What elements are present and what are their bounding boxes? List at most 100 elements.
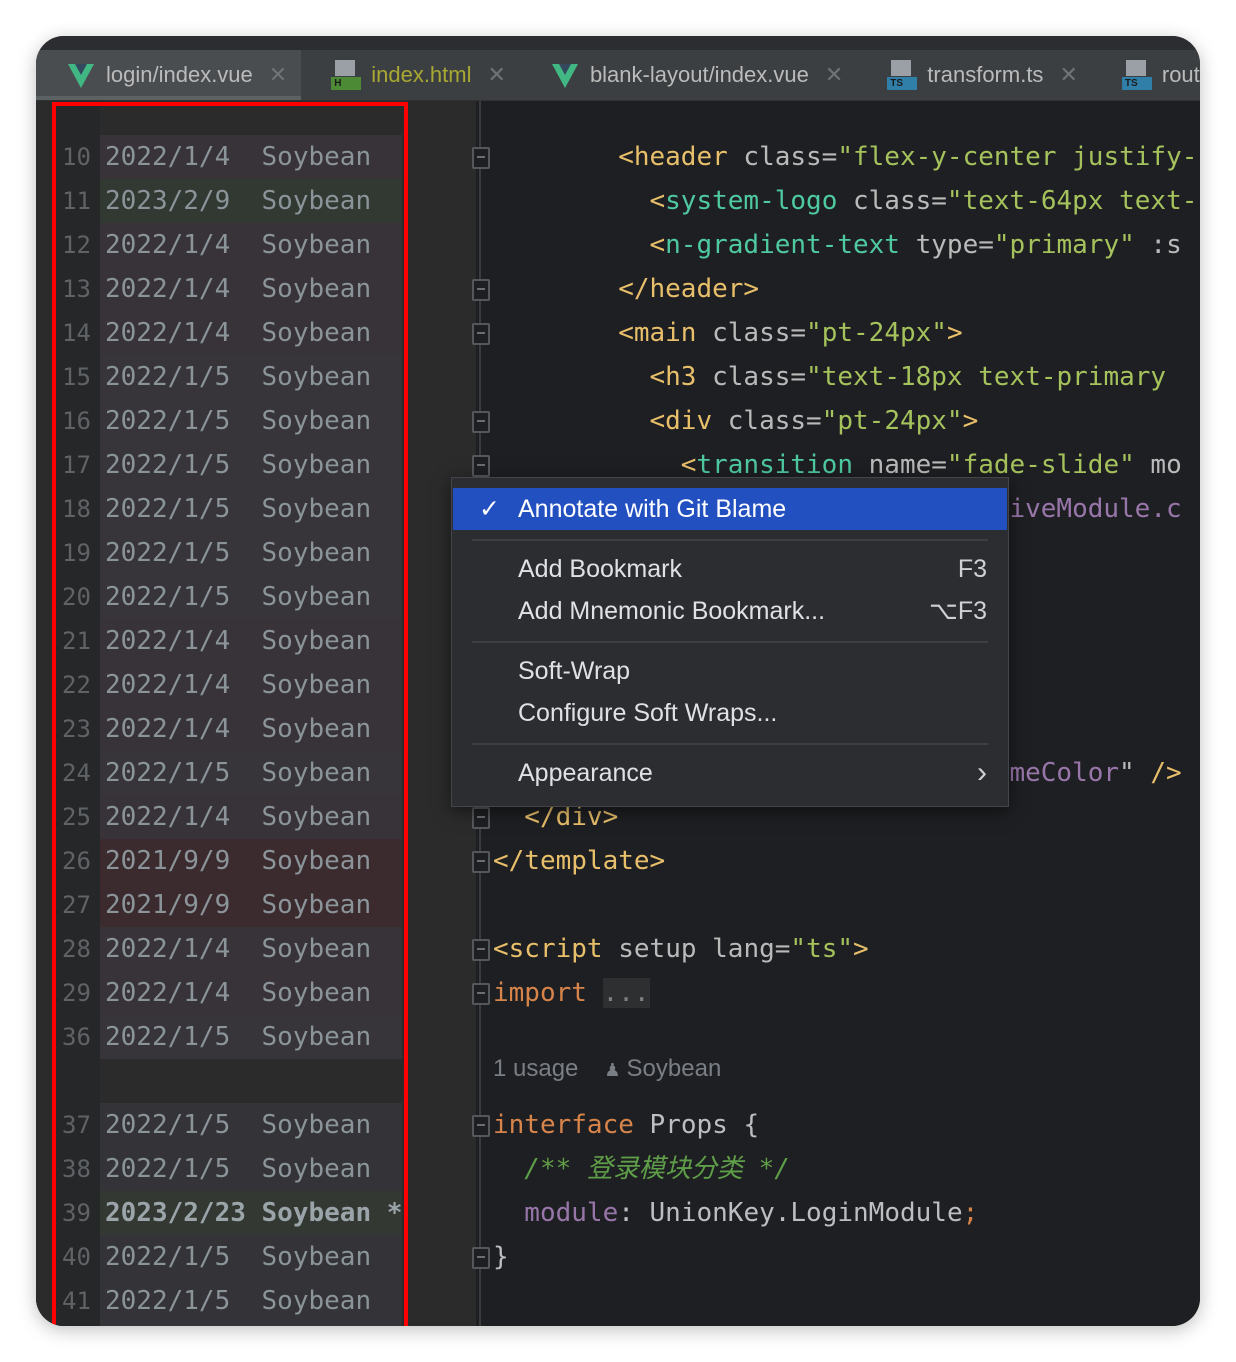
code-line[interactable]: /** 登录模块分类 */	[524, 1147, 790, 1191]
menu-item-label: Appearance	[518, 759, 653, 787]
code-line[interactable]: <h3 class="text-18px text-primary	[650, 355, 1182, 399]
tab-index-html[interactable]: Hindex.html ✕	[301, 50, 520, 100]
ide-window: login/index.vue ✕ Hindex.html ✕ blank-layout…	[36, 36, 1200, 1326]
fold-marker-icon[interactable]	[472, 851, 490, 873]
code-line[interactable]: <header class="flex-y-center justify-	[618, 135, 1197, 179]
menu-item-soft-wrap[interactable]: Soft-Wrap	[453, 650, 1007, 692]
fold-marker-icon[interactable]	[472, 455, 490, 477]
code-token: "flex-y-center justify-	[837, 142, 1198, 172]
code-token: "primary"	[993, 230, 1135, 260]
fold-marker-icon[interactable]	[472, 411, 490, 433]
menu-item-label: Add Mnemonic Bookmark...	[518, 597, 826, 625]
tab-label: transform.ts	[927, 62, 1044, 87]
menu-item-add-mnemonic-bookmark[interactable]: Add Mnemonic Bookmark... ⌥F3	[453, 590, 1007, 632]
code-token: />	[1134, 758, 1182, 788]
gutter-context-menu: ✓ Annotate with Git Blame Add Bookmark F…	[451, 477, 1009, 807]
code-token: <h3	[649, 362, 697, 392]
code-token: interface	[493, 1110, 634, 1140]
code-token: setup lang=	[602, 934, 791, 964]
code-token: class=	[696, 362, 807, 392]
fold-marker-icon[interactable]	[472, 1115, 490, 1137]
code-line[interactable]: <main class="pt-24px">	[618, 311, 962, 355]
code-token: "ts"	[790, 934, 854, 964]
close-tab-icon[interactable]: ✕	[269, 62, 287, 88]
tab-transform-ts[interactable]: TS transform.ts ✕	[857, 50, 1092, 100]
code-token: <header	[618, 142, 728, 172]
fold-marker-icon[interactable]	[472, 147, 490, 169]
code-token: import	[493, 978, 587, 1008]
code-vision-inlay[interactable]: 1 usage ♟ Soybean	[493, 1047, 721, 1091]
close-tab-icon[interactable]: ✕	[825, 62, 843, 88]
menu-item-add-bookmark[interactable]: Add Bookmark F3	[453, 548, 1007, 590]
vue-file-icon	[550, 60, 580, 90]
fold-marker-icon[interactable]	[472, 807, 490, 829]
code-line[interactable]: interface Props {	[493, 1103, 759, 1147]
code-line[interactable]: }	[493, 1235, 509, 1279]
code-token: >	[853, 934, 869, 964]
code-token: type=	[899, 230, 994, 260]
close-tab-icon[interactable]: ✕	[1059, 62, 1077, 88]
menu-item-appearance[interactable]: Appearance ›	[453, 752, 1007, 794]
menu-item-configure-soft-wraps[interactable]: Configure Soft Wraps...	[453, 692, 1007, 734]
code-editor[interactable]: const props = defineProps<Props>();} modu…	[36, 101, 1200, 1326]
fold-marker-icon[interactable]	[472, 939, 490, 961]
tab-label: router	[1161, 62, 1200, 87]
tab-login-index-vue[interactable]: login/index.vue ✕	[36, 50, 302, 100]
code-token: "text-18px text-primary	[806, 362, 1182, 392]
tab-router[interactable]: TS router	[1092, 50, 1200, 100]
usage-count[interactable]: 1 usage	[493, 1055, 578, 1082]
code-token: "pt-24px"	[806, 318, 947, 348]
code-token: transition	[696, 450, 853, 480]
tab-blank-layout-index-vue[interactable]: blank-layout/index.vue ✕	[520, 50, 857, 100]
fold-marker-icon[interactable]	[472, 1247, 490, 1269]
code-token: :s	[1134, 230, 1182, 260]
code-line[interactable]: <div class="pt-24px">	[650, 399, 979, 443]
menu-item-label: Soft-Wrap	[518, 657, 631, 685]
code-line[interactable]: <system-logo class="text-64px text-	[650, 179, 1198, 223]
code-token: "text-64px text-	[946, 186, 1198, 216]
menu-item-label: Configure Soft Wraps...	[518, 699, 778, 727]
code-line[interactable]: <n-gradient-text type="primary" :s	[650, 223, 1182, 267]
menu-item-annotate-git-blame[interactable]: ✓ Annotate with Git Blame	[453, 488, 1007, 530]
checkmark-icon: ✓	[479, 495, 500, 523]
code-token: tiveModule.c	[993, 494, 1182, 524]
code-token: Props {	[633, 1110, 760, 1140]
code-token: </template>	[493, 846, 666, 876]
code-line[interactable]: import ...	[493, 971, 650, 1015]
code-token: class=	[696, 318, 807, 348]
menu-item-label: Add Bookmark	[518, 555, 682, 583]
code-token: >	[946, 318, 963, 348]
code-line[interactable]: const props = defineProps<Props>();	[493, 1323, 1041, 1326]
code-token: >	[962, 406, 979, 436]
fold-marker-icon[interactable]	[472, 983, 490, 1005]
code-token: "pt-24px"	[821, 406, 963, 436]
code-token: <div	[649, 406, 713, 436]
tab-label: index.html	[371, 62, 472, 87]
code-token: }	[493, 1242, 509, 1272]
submenu-arrow-icon: ›	[977, 756, 987, 789]
tab-label: login/index.vue	[106, 62, 253, 87]
code-line[interactable]: emeColor" />	[994, 751, 1182, 795]
code-token: class=	[712, 406, 822, 436]
fold-marker-icon[interactable]	[472, 279, 490, 301]
close-tab-icon[interactable]: ✕	[488, 62, 506, 88]
code-token: emeColor	[993, 758, 1120, 788]
code-token[interactable]: ...	[602, 978, 650, 1008]
code-line[interactable]: </header>	[618, 267, 759, 311]
person-icon: ♟	[604, 1060, 621, 1080]
fold-marker-icon[interactable]	[472, 323, 490, 345]
code-line[interactable]: </template>	[493, 839, 665, 883]
code-line[interactable]: module: UnionKey.LoginModule;	[524, 1191, 978, 1235]
code-token: name=	[853, 450, 947, 480]
menu-shortcut: ⌥F3	[929, 597, 987, 625]
code-token: "	[1119, 758, 1135, 788]
code-token: <main	[618, 318, 697, 348]
menu-item-label: Annotate with Git Blame	[518, 495, 787, 523]
editor-tab-bar: login/index.vue ✕ Hindex.html ✕ blank-layout…	[36, 50, 1200, 101]
code-token: : UnionKey.LoginModule	[618, 1198, 963, 1228]
code-line[interactable]: <script setup lang="ts">	[493, 927, 869, 971]
code-line[interactable]: tiveModule.c	[994, 487, 1182, 531]
code-token: system-logo	[665, 186, 838, 216]
code-token: n-gradient-text	[665, 230, 900, 260]
inlay-author: Soybean	[626, 1055, 722, 1082]
